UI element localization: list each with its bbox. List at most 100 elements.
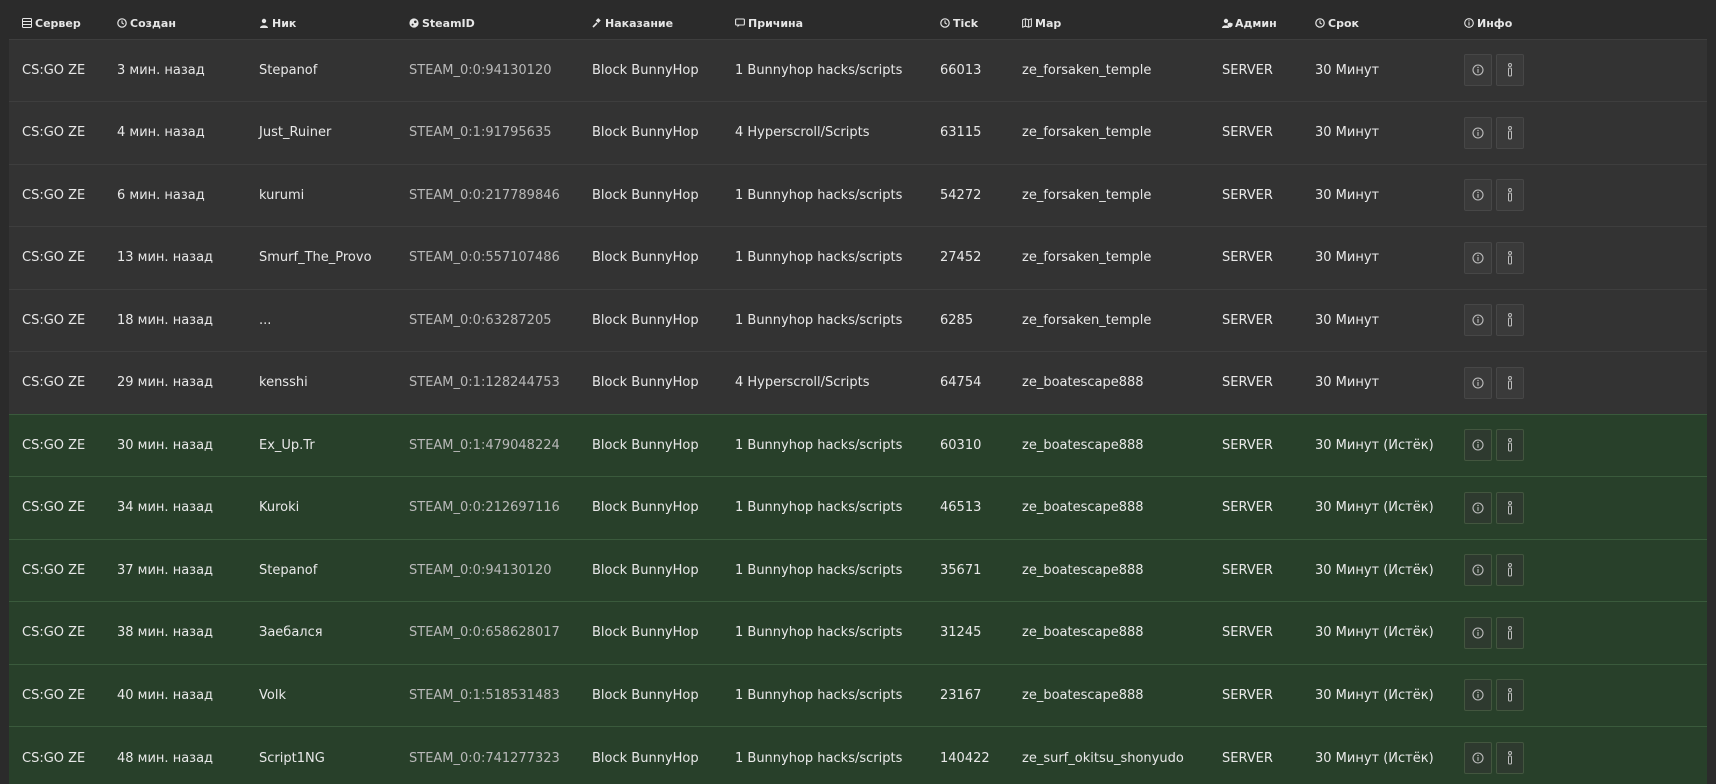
cell-server: CS:GO ZE	[22, 687, 86, 703]
cell-nick: Ex_Up.Tr	[259, 437, 315, 453]
column-header-punishment[interactable]: Наказание	[579, 9, 722, 39]
column-header-steamid[interactable]: SteamID	[396, 9, 579, 39]
cell-tick: 35671	[940, 562, 982, 578]
details-button[interactable]	[1496, 366, 1524, 399]
cell-info	[1451, 727, 1707, 784]
cell-term: 30 Минут	[1315, 312, 1380, 328]
column-header-reason[interactable]: Причина	[722, 9, 927, 39]
cell-steamid: STEAM_0:0:94130120	[409, 62, 552, 78]
cell-reason: 1 Bunnyhop hacks/scripts	[735, 562, 903, 578]
details-button[interactable]	[1496, 179, 1524, 212]
details-button[interactable]	[1496, 554, 1524, 587]
cell-info	[1451, 352, 1707, 415]
cell-map: ze_forsaken_temple	[1022, 125, 1152, 141]
info-button[interactable]	[1464, 241, 1492, 274]
info-button[interactable]	[1464, 116, 1492, 149]
details-button[interactable]	[1496, 616, 1524, 649]
cell-server: CS:GO ZE	[22, 500, 86, 516]
cell-admin: SERVER	[1222, 250, 1273, 266]
cell-term: 30 Минут (Истёк)	[1315, 750, 1434, 766]
column-header-created[interactable]: Создан	[104, 9, 246, 39]
info-icon	[1464, 18, 1474, 29]
cell-tick: 60310	[940, 437, 982, 453]
cell-admin: SERVER	[1222, 187, 1273, 203]
cell-reason: 1 Bunnyhop hacks/scripts	[735, 250, 903, 266]
cell-tick: 27452	[940, 250, 982, 266]
cell-tick: 66013	[940, 62, 982, 78]
info-button[interactable]	[1464, 679, 1492, 712]
table-row: CS:GO ZE 29 мин. назад kensshi STEAM_0:1:12…	[9, 351, 1707, 415]
cell-tick: 23167	[940, 687, 982, 703]
cell-tick: 64754	[940, 375, 982, 391]
info-button[interactable]	[1464, 491, 1492, 524]
info-button[interactable]	[1464, 554, 1492, 587]
cell-created: 34 мин. назад	[117, 500, 214, 516]
cell-server: CS:GO ZE	[22, 562, 86, 578]
details-button[interactable]	[1496, 116, 1524, 149]
cell-map: ze_boatescape888	[1022, 437, 1144, 453]
cell-reason: 1 Bunnyhop hacks/scripts	[735, 687, 903, 703]
cell-created: 6 мин. назад	[117, 187, 205, 203]
info-button[interactable]	[1464, 179, 1492, 212]
column-header-tick[interactable]: Tick	[927, 9, 1009, 39]
cell-admin: SERVER	[1222, 312, 1273, 328]
info-button[interactable]	[1464, 54, 1492, 87]
cell-created: 37 мин. назад	[117, 562, 214, 578]
cell-tick: 63115	[940, 125, 982, 141]
user-shield-icon	[1222, 18, 1233, 29]
cell-map: ze_forsaken_temple	[1022, 62, 1152, 78]
table-header: Сервер Создан Ник SteamID Наказание Причина Ti…	[9, 9, 1707, 39]
cell-term: 30 Минут	[1315, 250, 1380, 266]
info-button[interactable]	[1464, 742, 1492, 774]
cell-info	[1451, 102, 1707, 165]
cell-reason: 1 Bunnyhop hacks/scripts	[735, 500, 903, 516]
cell-steamid: STEAM_0:0:63287205	[409, 312, 552, 328]
info-button[interactable]	[1464, 366, 1492, 399]
cell-server: CS:GO ZE	[22, 375, 86, 391]
cell-info	[1451, 539, 1707, 602]
cell-server: CS:GO ZE	[22, 62, 86, 78]
details-button[interactable]	[1496, 429, 1524, 462]
details-button[interactable]	[1496, 241, 1524, 274]
cell-tick: 31245	[940, 625, 982, 641]
cell-created: 29 мин. назад	[117, 375, 214, 391]
column-header-server[interactable]: Сервер	[9, 9, 104, 39]
cell-punishment: Block BunnyHop	[592, 312, 699, 328]
column-header-map[interactable]: Map	[1009, 9, 1209, 39]
column-header-term[interactable]: Срок	[1302, 9, 1451, 39]
server-icon	[22, 18, 32, 29]
details-button[interactable]	[1496, 54, 1524, 87]
details-button[interactable]	[1496, 742, 1524, 774]
cell-reason: 4 Hyperscroll/Scripts	[735, 375, 870, 391]
user-icon	[259, 18, 269, 29]
info-button[interactable]	[1464, 304, 1492, 337]
cell-nick: Smurf_The_Provo	[259, 250, 372, 266]
details-button[interactable]	[1496, 304, 1524, 337]
column-header-label: Срок	[1328, 17, 1359, 31]
cell-punishment: Block BunnyHop	[592, 687, 699, 703]
column-header-admin[interactable]: Админ	[1209, 9, 1302, 39]
details-button[interactable]	[1496, 491, 1524, 524]
cell-reason: 1 Bunnyhop hacks/scripts	[735, 62, 903, 78]
punishments-panel: Сервер Создан Ник SteamID Наказание Причина Ti…	[9, 9, 1707, 784]
cell-punishment: Block BunnyHop	[592, 625, 699, 641]
cell-steamid: STEAM_0:1:518531483	[409, 687, 560, 703]
cell-punishment: Block BunnyHop	[592, 562, 699, 578]
cell-term: 30 Минут	[1315, 187, 1380, 203]
info-button[interactable]	[1464, 429, 1492, 462]
gavel-icon	[592, 18, 602, 28]
cell-tick: 6285	[940, 312, 974, 328]
cell-map: ze_forsaken_temple	[1022, 312, 1152, 328]
details-button[interactable]	[1496, 679, 1524, 712]
cell-admin: SERVER	[1222, 500, 1273, 516]
cell-admin: SERVER	[1222, 562, 1273, 578]
info-button[interactable]	[1464, 616, 1492, 649]
column-header-info[interactable]: Инфо	[1451, 9, 1707, 39]
column-header-label: Админ	[1235, 17, 1277, 31]
cell-nick: kensshi	[259, 375, 308, 391]
table-body: CS:GO ZE 3 мин. назад Stepanof STEAM_0:0:94…	[9, 39, 1707, 784]
cell-server: CS:GO ZE	[22, 125, 86, 141]
column-header-nick[interactable]: Ник	[246, 9, 396, 39]
cell-admin: SERVER	[1222, 437, 1273, 453]
column-header-label: Tick	[953, 17, 979, 31]
